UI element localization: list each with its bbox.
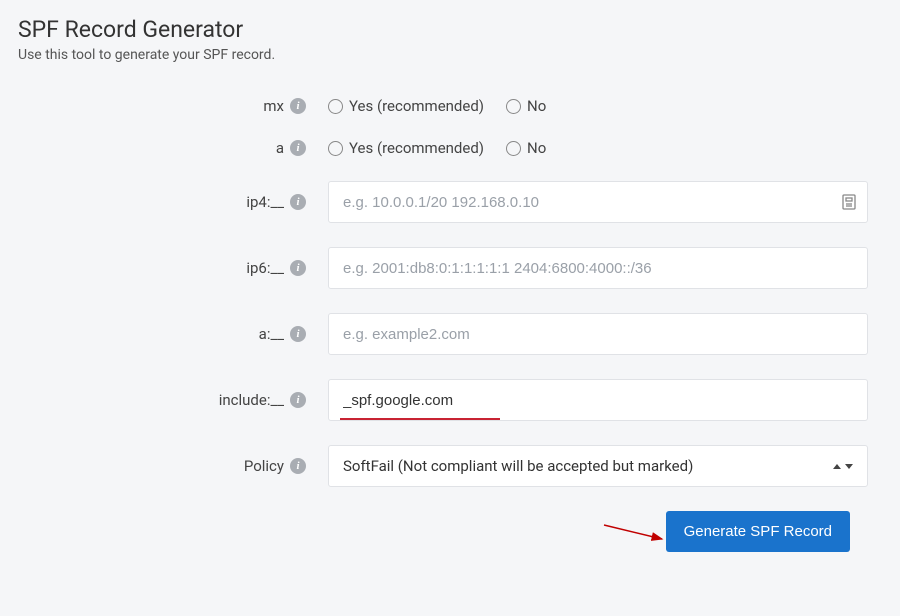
page-title: SPF Record Generator	[18, 16, 882, 43]
annotation-underline	[340, 418, 500, 420]
radio-group-mx: Yes (recommended) No	[328, 97, 546, 115]
control-col-mx: Yes (recommended) No	[328, 97, 882, 115]
radio-group-a: Yes (recommended) No	[328, 139, 546, 157]
radio-circle-icon	[328, 141, 343, 156]
control-col-a-host	[328, 313, 882, 355]
chevron-up-icon	[833, 464, 841, 469]
label-col-a-host: a:__ i	[18, 325, 328, 343]
radio-a-no-label: No	[527, 139, 546, 157]
row-a-host: a:__ i	[18, 313, 882, 355]
row-ip4: ip4:__ i	[18, 181, 882, 223]
row-include: include:__ i	[18, 379, 882, 421]
label-a: a	[276, 139, 284, 157]
radio-a-yes-label: Yes (recommended)	[349, 139, 484, 157]
radio-circle-icon	[506, 99, 521, 114]
radio-circle-icon	[328, 99, 343, 114]
contact-card-icon[interactable]	[842, 194, 856, 210]
info-icon[interactable]: i	[290, 458, 306, 474]
policy-selected-label: SoftFail (Not compliant will be accepted…	[343, 457, 693, 475]
info-icon[interactable]: i	[290, 260, 306, 276]
label-include: include:__	[219, 391, 284, 409]
label-col-ip6: ip6:__ i	[18, 259, 328, 277]
info-icon[interactable]: i	[290, 194, 306, 210]
radio-circle-icon	[506, 141, 521, 156]
radio-mx-yes[interactable]: Yes (recommended)	[328, 97, 484, 115]
control-col-ip4	[328, 181, 882, 223]
label-col-mx: mx i	[18, 97, 328, 115]
label-col-a: a i	[18, 139, 328, 157]
info-icon[interactable]: i	[290, 392, 306, 408]
annotation-arrow-icon	[602, 521, 672, 551]
label-col-policy: Policy i	[18, 457, 328, 475]
a-host-input[interactable]	[328, 313, 868, 355]
ip4-input[interactable]	[328, 181, 868, 223]
button-row: Generate SPF Record	[18, 511, 882, 552]
info-icon[interactable]: i	[290, 140, 306, 156]
radio-mx-yes-label: Yes (recommended)	[349, 97, 484, 115]
row-policy: Policy i SoftFail (Not compliant will be…	[18, 445, 882, 487]
info-icon[interactable]: i	[290, 98, 306, 114]
ip6-input[interactable]	[328, 247, 868, 289]
control-col-include	[328, 379, 882, 421]
include-input-wrap	[328, 379, 868, 421]
control-col-a: Yes (recommended) No	[328, 139, 882, 157]
label-a-host: a:__	[259, 325, 284, 343]
select-chevrons	[833, 464, 853, 469]
ip4-input-wrap	[328, 181, 868, 223]
radio-mx-no[interactable]: No	[506, 97, 546, 115]
label-policy: Policy	[244, 457, 284, 475]
info-icon[interactable]: i	[290, 326, 306, 342]
label-mx: mx	[263, 97, 284, 115]
row-a: a i Yes (recommended) No	[18, 139, 882, 157]
policy-select[interactable]: SoftFail (Not compliant will be accepted…	[328, 445, 868, 487]
label-ip4: ip4:__	[246, 193, 284, 211]
radio-a-yes[interactable]: Yes (recommended)	[328, 139, 484, 157]
label-col-ip4: ip4:__ i	[18, 193, 328, 211]
label-ip6: ip6:__	[246, 259, 284, 277]
chevron-down-icon	[845, 464, 853, 469]
control-col-policy: SoftFail (Not compliant will be accepted…	[328, 445, 882, 487]
row-ip6: ip6:__ i	[18, 247, 882, 289]
control-col-ip6	[328, 247, 882, 289]
include-input[interactable]	[328, 379, 868, 421]
row-mx: mx i Yes (recommended) No	[18, 97, 882, 115]
radio-a-no[interactable]: No	[506, 139, 546, 157]
label-col-include: include:__ i	[18, 391, 328, 409]
radio-mx-no-label: No	[527, 97, 546, 115]
page-subtitle: Use this tool to generate your SPF recor…	[18, 47, 882, 63]
generate-button[interactable]: Generate SPF Record	[666, 511, 850, 552]
